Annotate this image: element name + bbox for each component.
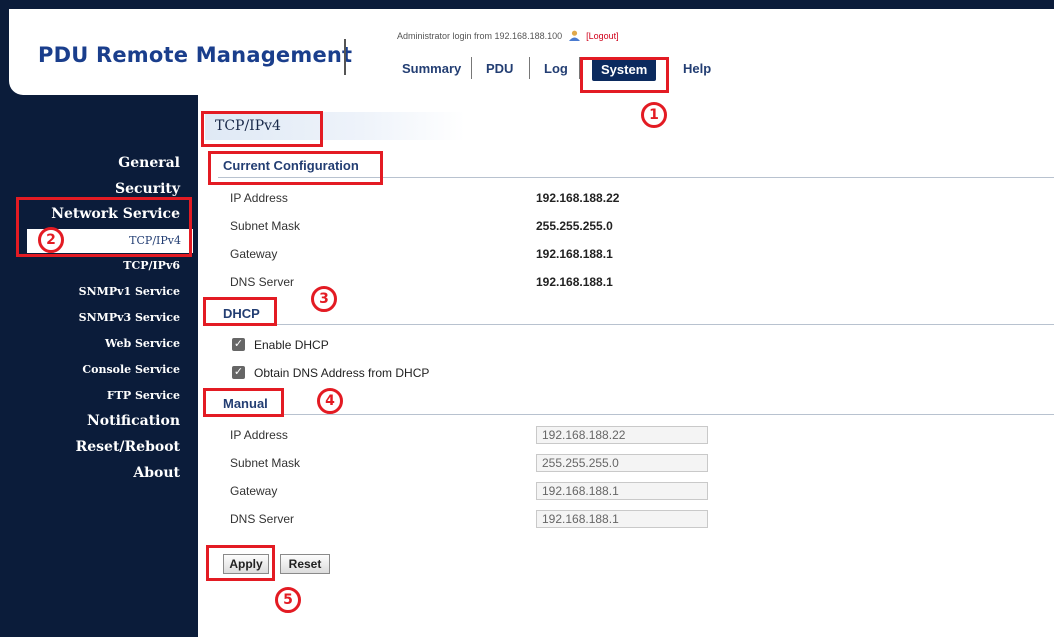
nav-help[interactable]: Help [683,61,711,76]
sidebar-item-notification[interactable]: Notification [87,413,180,429]
sidebar-item-network-service[interactable]: Network Service [51,206,180,222]
current-gateway-label: Gateway [230,247,278,261]
enable-dhcp-label: Enable DHCP [254,338,329,352]
apply-button[interactable]: Apply [223,554,269,574]
manual-dns-label: DNS Server [230,512,295,526]
obtain-dns-checkbox[interactable]: ✓ [232,366,245,379]
current-dns-value: 192.168.188.1 [536,275,613,289]
sidebar-item-reset-reboot[interactable]: Reset/Reboot [76,439,180,455]
annotation-number-1: 1 [641,102,667,128]
sidebar-item-snmpv3[interactable]: SNMPv3 Service [79,311,180,324]
current-subnet-value: 255.255.255.0 [536,219,613,233]
header-bar: PDU Remote Management Administrator logi… [9,9,1054,95]
sidebar-item-about[interactable]: About [133,465,180,481]
manual-ip-input[interactable]: 192.168.188.22 [536,426,708,444]
manual-gateway-input[interactable]: 192.168.188.1 [536,482,708,500]
logo-divider [344,39,346,75]
sidebar-item-tcpipv6[interactable]: TCP/IPv6 [123,259,180,272]
annotation-number-5: 5 [275,587,301,613]
sidebar-item-label: TCP/IPv4 [129,234,181,247]
manual-subnet-label: Subnet Mask [230,456,301,470]
manual-ip-label: IP Address [230,428,288,442]
nav-log[interactable]: Log [544,61,568,76]
main-content: TCP/IPv4 Current Configuration IP Addres… [198,95,1054,637]
manual-heading: Manual [223,396,268,411]
app-logo: PDU Remote Management [38,43,353,67]
nav-pdu[interactable]: PDU [486,61,513,76]
nav-separator [529,57,530,79]
page-title-text: TCP/IPv4 [215,118,281,134]
annotation-number-3: 3 [311,286,337,312]
annotation-number-4: 4 [317,388,343,414]
manual-gateway-label: Gateway [230,484,278,498]
nav-separator [471,57,472,79]
login-text: Administrator login from 192.168.188.100 [397,31,563,41]
current-subnet-label: Subnet Mask [230,219,301,233]
sidebar-item-ftp-service[interactable]: FTP Service [107,389,180,402]
dhcp-heading: DHCP [223,306,260,321]
reset-button[interactable]: Reset [280,554,330,574]
section-divider [218,177,1054,178]
obtain-dns-label: Obtain DNS Address from DHCP [254,366,430,380]
sidebar-item-security[interactable]: Security [115,181,180,197]
nav-separator [579,57,580,79]
current-ip-label: IP Address [230,191,288,205]
annotation-number-2: 2 [38,227,64,253]
current-ip-value: 192.168.188.22 [536,191,620,205]
page-title: TCP/IPv4 [205,112,465,140]
manual-subnet-input[interactable]: 255.255.255.0 [536,454,708,472]
sidebar-item-console-service[interactable]: Console Service [82,363,180,376]
nav-system[interactable]: System [592,58,657,81]
sidebar-item-snmpv1[interactable]: SNMPv1 Service [79,285,180,298]
nav-summary[interactable]: Summary [402,61,461,76]
enable-dhcp-checkbox[interactable]: ✓ [232,338,245,351]
sidebar-item-web-service[interactable]: Web Service [105,337,180,350]
current-config-heading: Current Configuration [223,158,359,173]
user-icon [568,30,580,41]
manual-dns-input[interactable]: 192.168.188.1 [536,510,708,528]
section-divider [218,414,1054,415]
logout-link[interactable]: [Logout] [586,31,619,41]
section-divider [218,324,1054,325]
login-info: Administrator login from 192.168.188.100… [397,30,619,41]
current-dns-label: DNS Server [230,275,295,289]
current-gateway-value: 192.168.188.1 [536,247,613,261]
sidebar-item-general[interactable]: General [118,155,180,171]
